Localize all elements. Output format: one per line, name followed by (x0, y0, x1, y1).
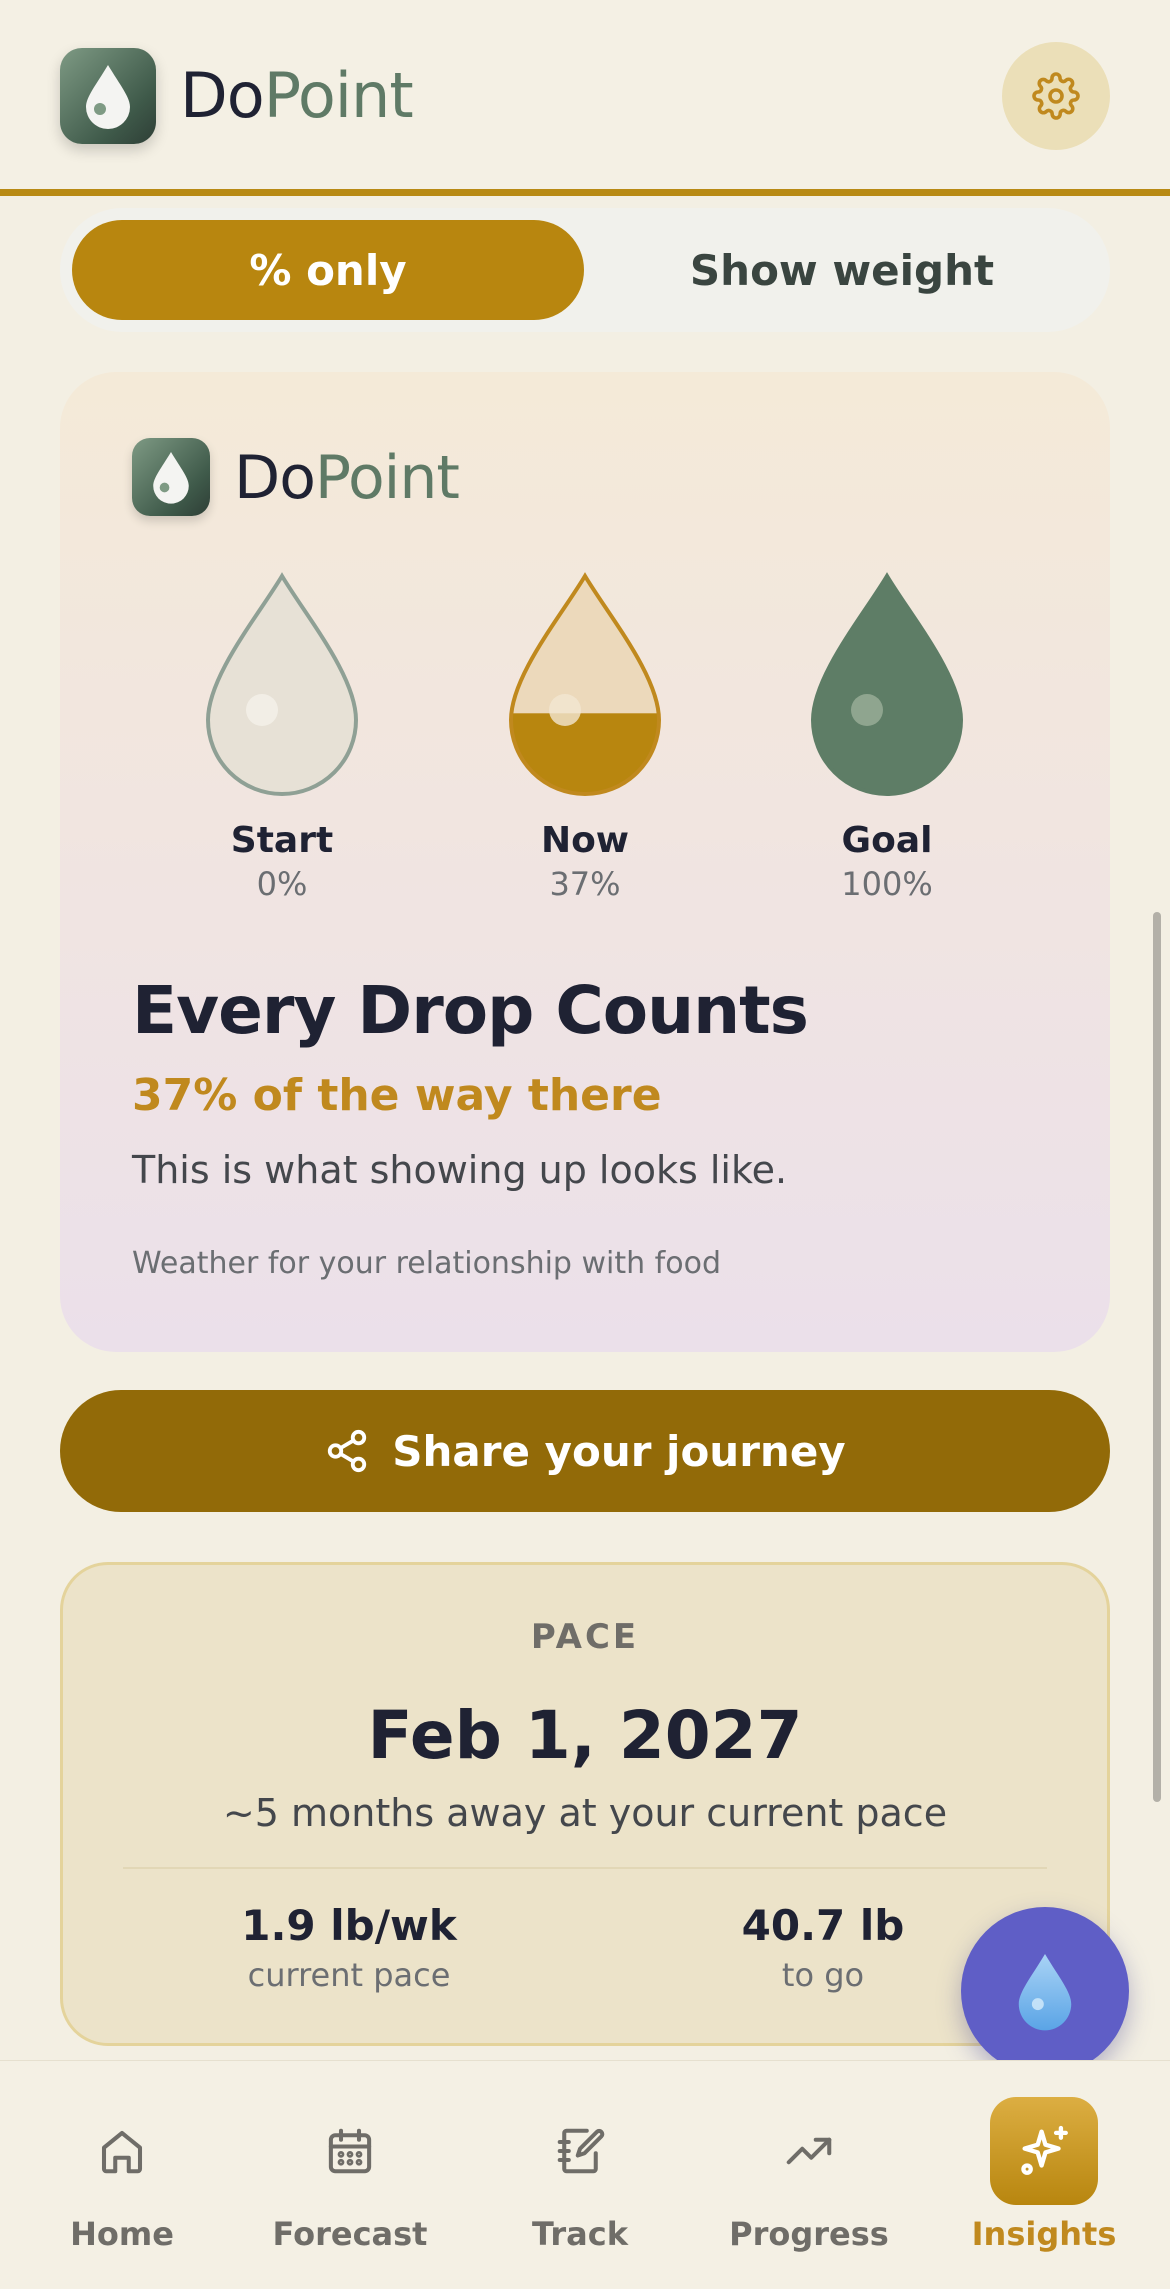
logo-drop-icon (86, 65, 130, 129)
drop-now-label: Now (540, 820, 630, 861)
notebook-icon (557, 2128, 605, 2174)
pace-card: PACE Feb 1, 2027 ~5 months away at your … (60, 1562, 1110, 2046)
pace-label: PACE (530, 1617, 640, 1657)
trend-up-icon (786, 2137, 832, 2165)
bottom-navigation: Home Forecast Track Progress Insights (0, 2060, 1170, 2289)
nav-label: Home (70, 2215, 174, 2253)
pace-stat-value: 40.7 lb (741, 1901, 905, 1950)
drop-goal: Goal 100% (787, 572, 987, 903)
settings-button[interactable] (1002, 42, 1110, 150)
drop-goal-value: 100% (841, 865, 933, 903)
brand-wordmark: DoPoint (180, 56, 414, 136)
partial-drop-icon (508, 572, 662, 796)
nav-item-home[interactable]: Home (22, 2101, 222, 2253)
share-journey-button[interactable]: Share your journey (60, 1390, 1110, 1512)
drop-now-value: 37% (549, 865, 621, 903)
card-brand-point: Point (314, 443, 460, 513)
card-tagline: Weather for your relationship with food (132, 1246, 721, 1281)
share-icon (328, 1429, 367, 1473)
card-brand-do: Do (234, 443, 316, 513)
app-header: DoPoint (0, 0, 1170, 196)
drop-now: Now 37% (485, 572, 685, 903)
scrollbar-thumb[interactable] (1153, 912, 1161, 1802)
active-tab-indicator (990, 2097, 1098, 2205)
nav-item-insights[interactable]: Insights (944, 2097, 1144, 2253)
nav-label: Insights (971, 2215, 1117, 2253)
display-mode-toggle: % only Show weight (60, 208, 1110, 332)
nav-label: Progress (729, 2215, 889, 2253)
sparkle-icon (1021, 2125, 1068, 2175)
card-title: Every Drop Counts (132, 972, 809, 1049)
percent-only-option[interactable]: % only (72, 220, 584, 320)
full-drop-icon (810, 572, 964, 796)
card-progress-subtitle: 37% of the way there (132, 1070, 662, 1121)
progress-drops: Start 0% Now 37% Goal 100% (60, 572, 1110, 912)
gear-icon (1032, 72, 1080, 120)
nav-label: Track (532, 2215, 628, 2253)
pace-stat-current: 1.9 lb/wk current pace (149, 1901, 549, 1994)
drop-start-label: Start (230, 820, 334, 861)
home-icon (101, 2130, 143, 2174)
share-card: DoPoint Start 0% Now 37% Goal 100% Every… (60, 372, 1110, 1352)
show-weight-option[interactable]: Show weight (586, 220, 1098, 320)
brand-do: Do (180, 59, 265, 132)
water-drop-icon (1018, 1954, 1072, 2031)
drop-start: Start 0% (182, 572, 382, 903)
card-logo (132, 438, 210, 516)
logo-drop-icon (153, 451, 189, 504)
pace-stat-label: current pace (247, 1956, 451, 1994)
nav-item-track[interactable]: Track (480, 2101, 680, 2253)
drop-goal-label: Goal (841, 820, 933, 861)
pace-stat-value: 1.9 lb/wk (241, 1901, 457, 1950)
nav-label: Forecast (272, 2215, 428, 2253)
brand-point: Point (263, 59, 414, 132)
share-journey-label: Share your journey (392, 1426, 846, 1476)
nav-item-forecast[interactable]: Forecast (250, 2101, 450, 2253)
water-drop-fab[interactable] (961, 1907, 1129, 2075)
app-logo (60, 48, 156, 144)
drop-start-value: 0% (256, 865, 308, 903)
empty-drop-icon (205, 572, 359, 796)
card-message: This is what showing up looks like. (132, 1148, 788, 1192)
pace-target-date: Feb 1, 2027 (367, 1697, 803, 1774)
pace-divider (123, 1867, 1047, 1869)
calendar-icon (328, 2128, 372, 2174)
pace-description: ~5 months away at your current pace (222, 1791, 948, 1835)
nav-item-progress[interactable]: Progress (709, 2101, 909, 2253)
card-brand-wordmark: DoPoint (234, 438, 460, 518)
